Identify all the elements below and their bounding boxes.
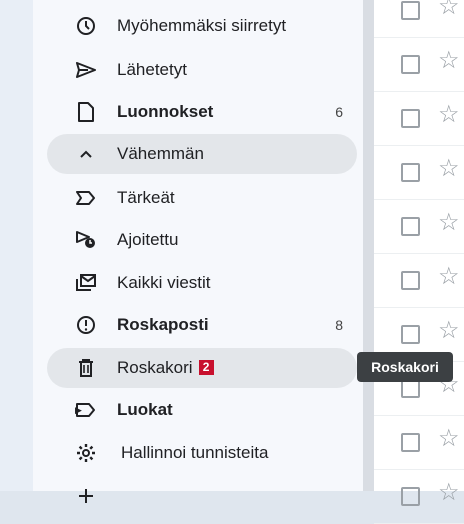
nav-labels-label: Luokat — [117, 400, 173, 419]
star-icon[interactable]: ☆ — [438, 318, 460, 344]
email-row[interactable]: ☆ — [374, 416, 464, 470]
email-row[interactable]: ☆ — [374, 38, 464, 92]
row-checkbox[interactable] — [401, 325, 420, 344]
email-row[interactable]: ☆ — [374, 470, 464, 524]
scheduled-send-icon — [75, 229, 97, 251]
label-icon — [75, 399, 97, 421]
important-icon — [75, 187, 97, 209]
star-icon[interactable]: ☆ — [438, 48, 460, 74]
pane-divider — [363, 0, 374, 491]
email-list: ☆ ☆ ☆ ☆ ☆ ☆ ☆ ☆ ☆ ☆ — [374, 0, 464, 524]
nav-sent-label: Lähetetyt — [117, 60, 187, 79]
drafts-count: 6 — [335, 104, 343, 120]
row-checkbox[interactable] — [401, 271, 420, 290]
row-checkbox[interactable] — [401, 487, 420, 506]
email-row[interactable]: ☆ — [374, 0, 464, 38]
annotation-badge: 2 — [198, 360, 214, 375]
nav-trash[interactable]: Roskakori 2 — [47, 348, 357, 388]
nav-spam-label: Roskaposti — [117, 315, 209, 334]
email-row[interactable]: ☆ — [374, 254, 464, 308]
nav-trash-label: Roskakori 2 — [117, 358, 214, 378]
nav-labels[interactable]: ▶ Luokat — [47, 390, 357, 430]
chevron-up-icon — [75, 143, 97, 165]
all-mail-icon — [75, 272, 97, 294]
star-icon[interactable]: ☆ — [438, 264, 460, 290]
spam-count: 8 — [335, 317, 343, 333]
nav-less-label: Vähemmän — [117, 144, 204, 163]
spam-icon — [75, 314, 97, 336]
row-checkbox[interactable] — [401, 163, 420, 182]
plus-icon — [75, 485, 97, 507]
nav-all-mail[interactable]: Kaikki viestit — [47, 263, 357, 303]
left-rail — [0, 0, 33, 491]
nav-scheduled-label: Ajoitettu — [117, 230, 179, 249]
nav-important[interactable]: Tärkeät — [47, 178, 357, 218]
star-icon[interactable]: ☆ — [438, 480, 460, 506]
row-checkbox[interactable] — [401, 217, 420, 236]
nav-spam[interactable]: Roskaposti 8 — [47, 305, 357, 345]
row-checkbox[interactable] — [401, 1, 420, 20]
nav-drafts[interactable]: Luonnokset 6 — [47, 92, 357, 132]
star-icon[interactable]: ☆ — [438, 0, 460, 20]
nav-snoozed[interactable]: Myöhemmäksi siirretyt — [47, 6, 357, 46]
send-icon — [75, 59, 97, 81]
draft-icon — [75, 101, 97, 123]
nav-snoozed-label: Myöhemmäksi siirretyt — [117, 16, 287, 35]
nav-important-label: Tärkeät — [117, 188, 175, 207]
sidebar: Myöhemmäksi siirretyt Lähetetyt Luonnoks… — [33, 0, 363, 503]
row-checkbox[interactable] — [401, 109, 420, 128]
nav-all-mail-label: Kaikki viestit — [117, 273, 211, 292]
email-row[interactable]: ☆ — [374, 146, 464, 200]
nav-manage-labels[interactable]: Hallinnoi tunnisteita — [47, 433, 357, 473]
nav-drafts-label: Luonnokset — [117, 102, 214, 121]
nav-cut-off-item[interactable] — [47, 476, 357, 516]
email-row[interactable]: ☆ — [374, 200, 464, 254]
star-icon[interactable]: ☆ — [438, 426, 460, 452]
nav-less[interactable]: Vähemmän — [47, 134, 357, 174]
star-icon[interactable]: ☆ — [438, 210, 460, 236]
email-row[interactable]: ☆ — [374, 92, 464, 146]
star-icon[interactable]: ☆ — [438, 102, 460, 128]
clock-icon — [75, 15, 97, 37]
nav-manage-labels-label: Hallinnoi tunnisteita — [121, 443, 269, 462]
trash-tooltip: Roskakori — [357, 352, 453, 382]
star-icon[interactable]: ☆ — [438, 156, 460, 182]
trash-icon — [75, 357, 97, 379]
row-checkbox[interactable] — [401, 433, 420, 452]
gear-icon — [75, 442, 97, 464]
nav-sent[interactable]: Lähetetyt — [47, 50, 357, 90]
nav-scheduled[interactable]: Ajoitettu — [47, 220, 357, 260]
row-checkbox[interactable] — [401, 55, 420, 74]
